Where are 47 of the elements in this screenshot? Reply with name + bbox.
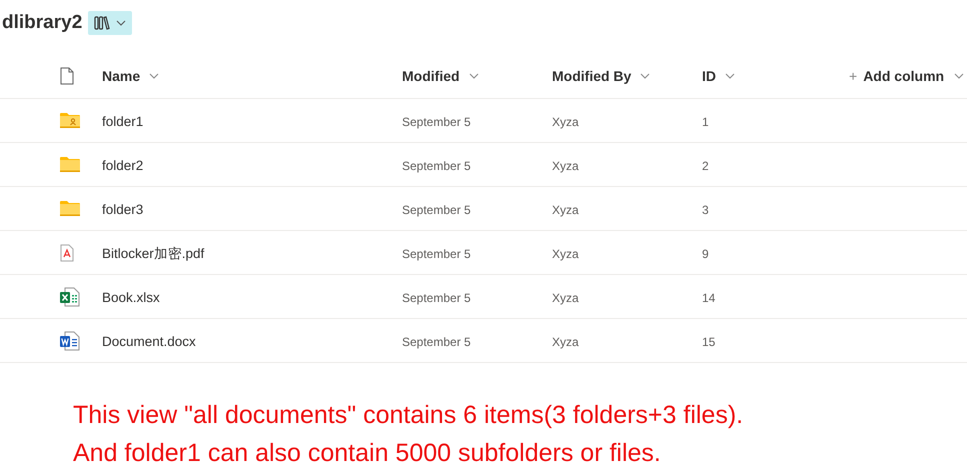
- modified-by-name: Xyza: [552, 291, 579, 305]
- file-name-link[interactable]: Document.docx: [102, 334, 196, 349]
- file-name-link[interactable]: folder1: [102, 114, 144, 129]
- item-id: 9: [702, 247, 709, 261]
- chevron-down-icon: [116, 20, 126, 26]
- chevron-down-icon: [954, 73, 964, 79]
- library-icon: [94, 16, 110, 30]
- chevron-down-icon: [149, 73, 160, 79]
- column-header[interactable]: Modified: [402, 68, 479, 84]
- modified-date: September 5: [402, 291, 471, 305]
- item-id: 2: [702, 159, 709, 173]
- folder-icon: [60, 157, 80, 172]
- modified-by-name: Xyza: [552, 115, 579, 129]
- modified-by-name: Xyza: [552, 335, 579, 349]
- column-header[interactable]: Name: [102, 68, 160, 84]
- file-name-link[interactable]: folder2: [102, 158, 144, 173]
- file-name-link[interactable]: Bitlocker加密.pdf: [102, 246, 204, 260]
- column-header[interactable]: ID: [702, 68, 735, 84]
- modified-date: September 5: [402, 203, 471, 217]
- modified-by-name: Xyza: [552, 159, 579, 173]
- item-id: 3: [702, 203, 709, 217]
- item-id: 1: [702, 115, 709, 129]
- modified-date: September 5: [402, 115, 471, 129]
- shared-folder-icon: [60, 113, 80, 128]
- file-name-link[interactable]: folder3: [102, 202, 144, 217]
- folder-icon: [60, 201, 80, 216]
- chevron-down-icon: [468, 73, 479, 79]
- word-file-icon: [60, 330, 80, 350]
- modified-date: September 5: [402, 335, 471, 349]
- modified-date: September 5: [402, 247, 471, 261]
- modified-by-name: Xyza: [552, 203, 579, 217]
- chevron-down-icon: [640, 73, 650, 79]
- library-title: dlibrary2: [2, 12, 82, 34]
- modified-date: September 5: [402, 159, 471, 173]
- annotation-text: And folder1 can also contain 5000 subfolders or files.: [73, 438, 662, 469]
- excel-file-icon: [60, 286, 80, 306]
- annotation-text: This view "all documents" contains 6 items(3 folders+3 files).: [73, 400, 744, 431]
- pdf-file-icon: [60, 244, 74, 262]
- file-name-link[interactable]: Book.xlsx: [102, 290, 160, 305]
- item-id: 15: [702, 335, 716, 349]
- column-header[interactable]: Modified By: [552, 68, 650, 84]
- item-id: 14: [702, 291, 716, 305]
- modified-by-name: Xyza: [552, 247, 579, 261]
- add-column-button[interactable]: + Add column: [849, 68, 964, 84]
- file-type-icon: [60, 66, 74, 84]
- chevron-down-icon: [725, 73, 735, 79]
- view-switcher-button[interactable]: [88, 11, 132, 35]
